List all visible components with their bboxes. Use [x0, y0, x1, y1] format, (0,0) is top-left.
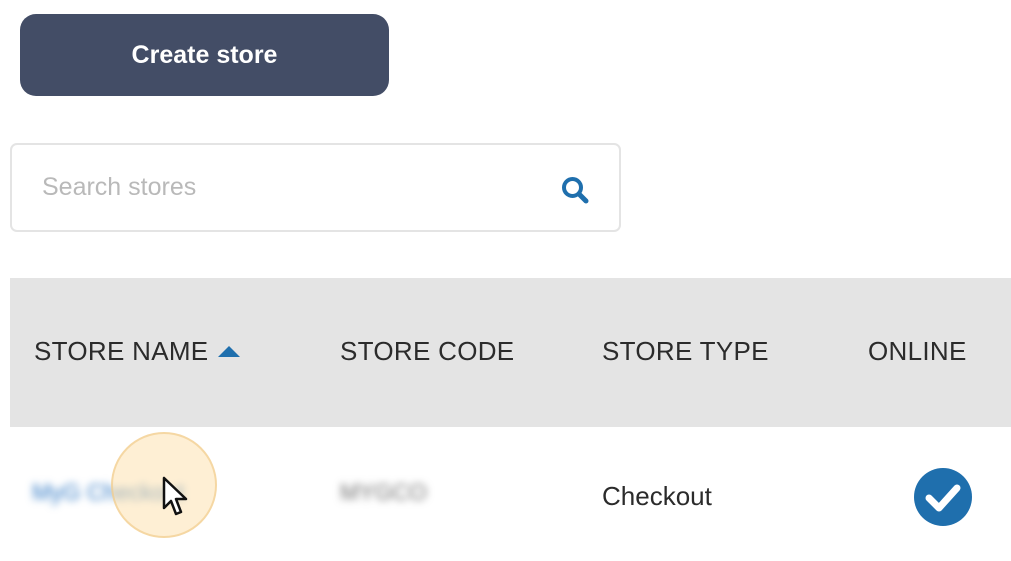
create-store-button[interactable]: Create store: [20, 14, 389, 96]
search-icon[interactable]: [560, 175, 590, 205]
store-code-cell: MYGCO: [340, 479, 427, 505]
stores-table: STORE NAME STORE CODE STORE TYPE ONLINE …: [10, 278, 1011, 561]
store-list-page: Create store STORE NAME STORE CODE STORE…: [0, 0, 1011, 561]
column-header-store-type[interactable]: STORE TYPE: [602, 336, 769, 367]
column-header-label: STORE CODE: [340, 336, 515, 366]
column-header-label: ONLINE: [868, 336, 967, 366]
check-circle-icon: [914, 468, 972, 526]
column-header-label: STORE TYPE: [602, 336, 769, 366]
search-box: [10, 143, 621, 232]
table-header: STORE NAME STORE CODE STORE TYPE ONLINE: [10, 278, 1011, 427]
search-input[interactable]: [42, 145, 542, 230]
table-row[interactable]: MyG Checkout MYGCO Checkout: [10, 427, 1011, 561]
column-header-online[interactable]: ONLINE: [868, 336, 967, 367]
column-header-label: STORE NAME: [34, 336, 209, 366]
column-header-store-name[interactable]: STORE NAME: [34, 336, 241, 367]
column-header-store-code[interactable]: STORE CODE: [340, 336, 514, 367]
store-type-cell: Checkout: [602, 481, 712, 511]
store-name-link[interactable]: MyG Checkout: [32, 479, 184, 506]
sort-ascending-icon: [218, 346, 241, 357]
